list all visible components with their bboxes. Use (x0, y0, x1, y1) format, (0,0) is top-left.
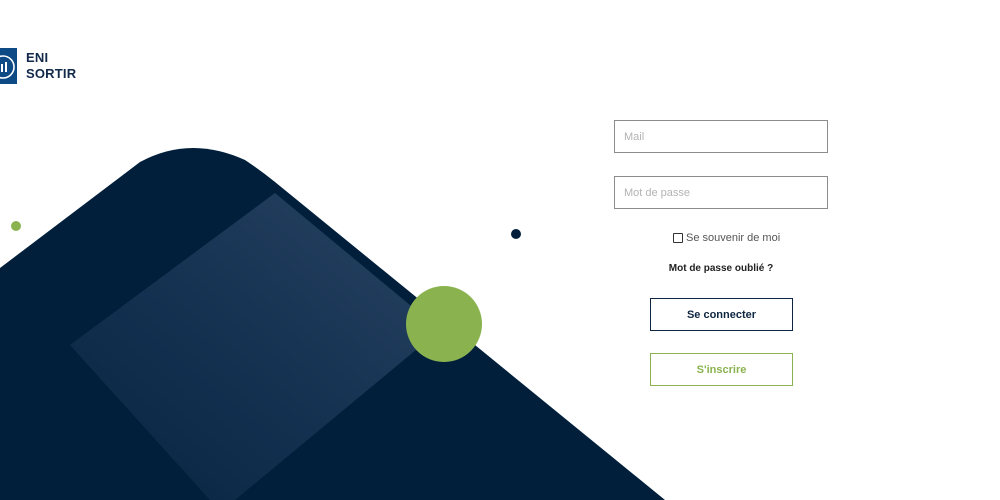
brand-name: ENI SORTIR (26, 50, 76, 82)
email-field[interactable] (614, 120, 828, 153)
remember-me-checkbox[interactable] (673, 233, 683, 243)
brand-name-line1: ENI (26, 50, 49, 65)
brand-logo[interactable]: ENI SORTIR (0, 48, 76, 84)
remember-me-label: Se souvenir de moi (686, 232, 781, 244)
decorative-background (0, 147, 665, 500)
password-field[interactable] (614, 176, 828, 209)
brand-name-line2: SORTIR (26, 66, 77, 81)
navy-dot-small (511, 229, 521, 239)
forgot-password-link[interactable]: Mot de passe oublié ? (614, 263, 828, 274)
login-form: Se souvenir de moi Mot de passe oublié ?… (614, 120, 828, 386)
login-page: ENI SORTIR Se souvenir de moi Mot de pas… (0, 0, 1000, 500)
green-circle-large (406, 286, 482, 362)
login-button[interactable]: Se connecter (650, 298, 793, 331)
remember-me-option[interactable]: Se souvenir de moi (673, 232, 780, 244)
logo-icon (0, 48, 17, 84)
green-dot-small (11, 221, 21, 231)
register-button[interactable]: S'inscrire (650, 353, 793, 386)
